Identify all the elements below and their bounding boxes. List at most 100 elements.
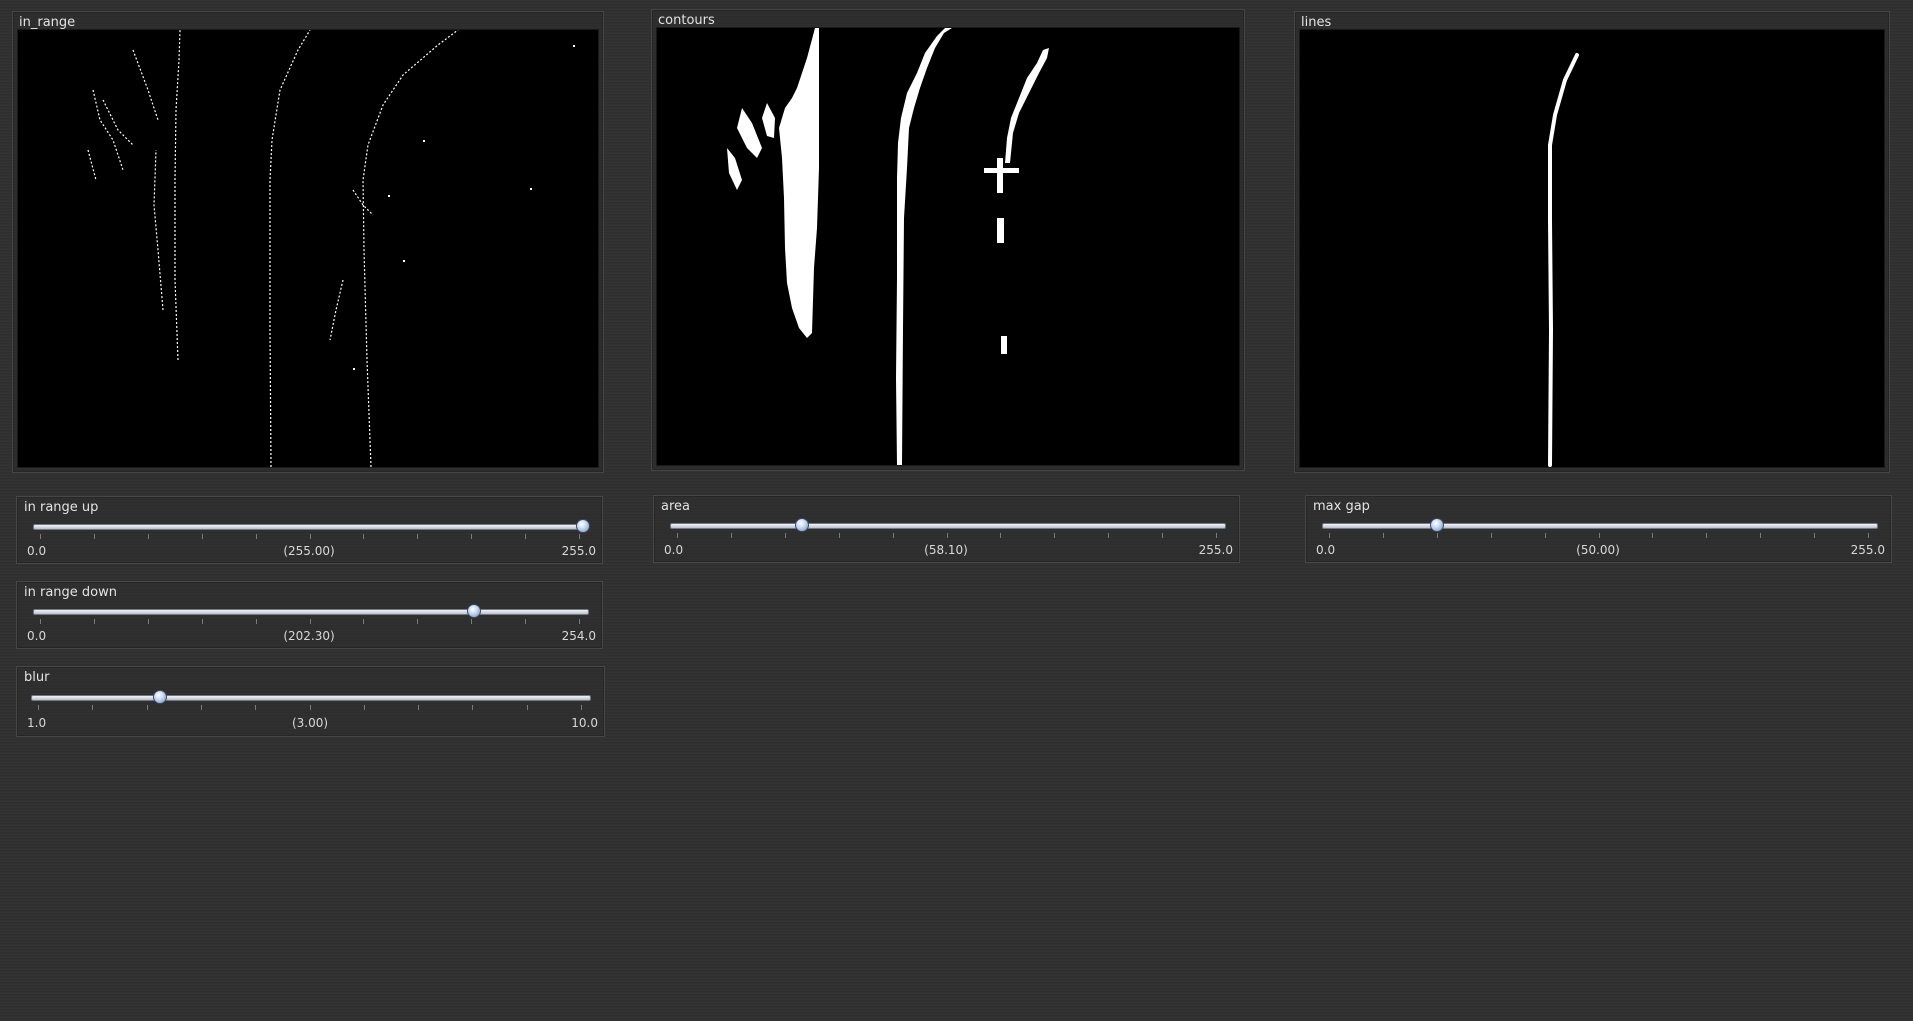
in-range-down-slider-group: in range down 0.0 (202.30) 254.0	[16, 581, 603, 649]
slider-tick	[309, 705, 311, 710]
slider-tick	[471, 619, 473, 624]
in-range-panel-title: in_range	[19, 15, 76, 30]
in-range-up-track[interactable]	[33, 524, 589, 530]
blur-current-value: (3.00)	[291, 716, 329, 730]
slider-tick	[417, 534, 419, 539]
slider-tick	[1054, 533, 1056, 538]
max-gap-ticks	[1329, 533, 1869, 538]
slider-tick	[525, 619, 527, 624]
blur-ticks	[38, 705, 582, 710]
slider-tick	[946, 533, 948, 538]
slider-tick	[1108, 533, 1110, 538]
area-max-value: 255.0	[1198, 543, 1233, 557]
slider-tick	[418, 705, 420, 710]
lines-panel-title: lines	[1301, 15, 1332, 30]
in-range-up-current-value: (255.00)	[283, 544, 335, 558]
slider-tick	[1598, 533, 1600, 538]
in-range-up-ticks	[40, 534, 580, 539]
slider-tick	[255, 705, 257, 710]
contours-panel: contours	[651, 9, 1245, 471]
slider-tick	[1760, 533, 1762, 538]
blur-track[interactable]	[31, 695, 591, 701]
in-range-down-ticks	[40, 619, 580, 624]
slider-tick	[92, 705, 94, 710]
slider-tick	[1000, 533, 1002, 538]
in-range-up-label: in range up	[24, 500, 99, 515]
slider-tick	[1868, 533, 1869, 538]
max-gap-slider-group: max gap 0.0 (50.00) 255.0	[1305, 495, 1892, 563]
max-gap-label: max gap	[1313, 499, 1370, 514]
slider-tick	[1652, 533, 1654, 538]
slider-tick	[147, 534, 149, 539]
contours-image	[656, 27, 1240, 466]
area-current-value: (58.10)	[924, 543, 968, 557]
in-range-image	[17, 29, 599, 468]
slider-tick	[201, 534, 203, 539]
area-min-value: 0.0	[664, 543, 684, 557]
slider-tick	[309, 534, 311, 539]
blur-handle[interactable]	[152, 690, 167, 704]
in-range-down-handle[interactable]	[467, 604, 482, 618]
slider-tick	[471, 534, 473, 539]
area-handle[interactable]	[795, 518, 810, 532]
in-range-up-handle[interactable]	[575, 519, 590, 533]
slider-tick	[1162, 533, 1164, 538]
slider-tick	[309, 619, 311, 624]
slider-tick	[93, 619, 95, 624]
slider-tick	[1382, 533, 1384, 538]
slider-tick	[363, 705, 365, 710]
slider-tick	[838, 533, 840, 538]
in-range-down-min-value: 0.0	[27, 629, 47, 643]
slider-tick	[1544, 533, 1546, 538]
contours-panel-title: contours	[658, 13, 715, 28]
blur-label: blur	[24, 670, 50, 685]
slider-tick	[147, 619, 149, 624]
slider-tick	[525, 534, 527, 539]
slider-tick	[579, 534, 580, 539]
in-range-up-slider-group: in range up 0.0 (255.00) 255.0	[16, 496, 603, 564]
slider-tick	[1329, 533, 1330, 538]
lines-panel: lines	[1294, 11, 1890, 473]
blur-min-value: 1.0	[27, 716, 47, 730]
slider-tick	[38, 705, 39, 710]
slider-tick	[526, 705, 528, 710]
lines-image	[1299, 29, 1885, 468]
slider-tick	[579, 619, 580, 624]
in-range-down-max-value: 254.0	[561, 629, 596, 643]
in-range-up-max-value: 255.0	[561, 544, 596, 558]
slider-tick	[200, 705, 202, 710]
slider-tick	[40, 534, 41, 539]
in-range-panel: in_range	[12, 11, 604, 473]
slider-tick	[255, 534, 257, 539]
slider-tick	[1706, 533, 1708, 538]
slider-tick	[255, 619, 257, 624]
slider-tick	[1490, 533, 1492, 538]
in-range-down-current-value: (202.30)	[283, 629, 335, 643]
slider-tick	[677, 533, 678, 538]
in-range-down-label: in range down	[24, 585, 117, 600]
max-gap-min-value: 0.0	[1316, 543, 1336, 557]
slider-tick	[472, 705, 474, 710]
slider-tick	[730, 533, 732, 538]
blur-max-value: 10.0	[571, 716, 598, 730]
slider-tick	[146, 705, 148, 710]
blur-slider-group: blur 1.0 (3.00) 10.0	[16, 666, 605, 737]
area-ticks	[677, 533, 1217, 538]
max-gap-max-value: 255.0	[1850, 543, 1885, 557]
in-range-down-track[interactable]	[33, 609, 589, 615]
max-gap-handle[interactable]	[1430, 518, 1445, 532]
area-slider-group: area 0.0 (58.10) 255.0	[653, 495, 1240, 563]
slider-tick	[40, 619, 41, 624]
max-gap-track[interactable]	[1322, 523, 1878, 529]
slider-tick	[363, 619, 365, 624]
slider-tick	[93, 534, 95, 539]
in-range-up-min-value: 0.0	[27, 544, 47, 558]
slider-tick	[417, 619, 419, 624]
slider-tick	[784, 533, 786, 538]
slider-tick	[581, 705, 582, 710]
area-track[interactable]	[670, 523, 1226, 529]
area-label: area	[661, 499, 690, 514]
slider-tick	[1814, 533, 1816, 538]
slider-tick	[1216, 533, 1217, 538]
slider-tick	[1436, 533, 1438, 538]
